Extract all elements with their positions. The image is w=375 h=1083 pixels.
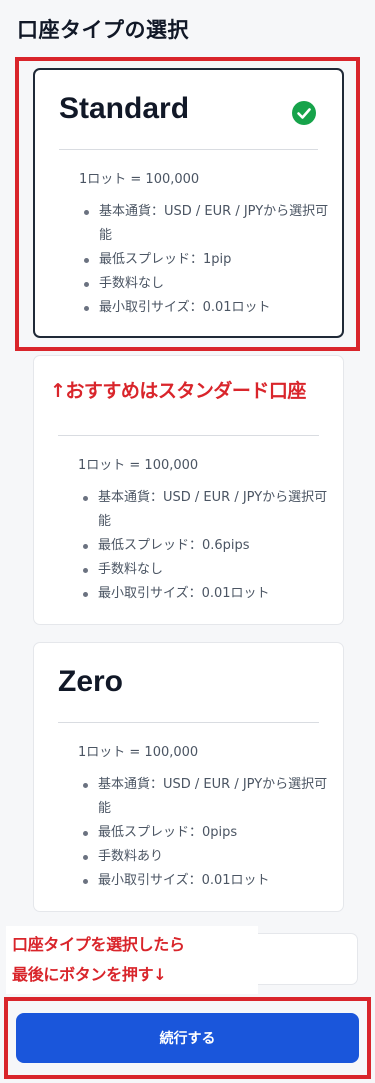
continue-button[interactable]: 続行する (16, 1013, 359, 1063)
lot-size: 1ロット = 100,000 (78, 458, 199, 473)
feature-item: 最低スプレッド：0.6pips (78, 534, 328, 558)
feature-item: 基本通貨：USD / EUR / JPYから選択可能 (78, 773, 328, 821)
feature-item: 基本通貨：USD / EUR / JPYから選択可能 (78, 486, 328, 534)
annotation-recommend: ↑おすすめはスタンダード口座 (44, 372, 342, 407)
feature-item: 最小取引サイズ：0.01ロット (78, 869, 328, 893)
card-divider (58, 722, 319, 723)
feature-item: 手数料なし (78, 558, 328, 582)
feature-item: 手数料なし (79, 272, 329, 296)
account-card-standard[interactable]: Standard 1ロット = 100,000 基本通貨：USD / EUR /… (33, 68, 344, 338)
feature-list: 基本通貨：USD / EUR / JPYから選択可能 最低スプレッド：1pip … (79, 200, 329, 320)
feature-list: 基本通貨：USD / EUR / JPYから選択可能 最低スプレッド：0pips… (78, 773, 328, 893)
card-divider (59, 149, 318, 150)
feature-item: 最低スプレッド：1pip (79, 248, 329, 272)
lot-size: 1ロット = 100,000 (79, 172, 200, 187)
annotation-select-instruction: 口座タイプを選択したら 最後にボタンを押す↓ (6, 926, 258, 994)
account-name: Standard (59, 92, 190, 125)
feature-item: 最小取引サイズ：0.01ロット (78, 582, 328, 606)
account-name: Zero (58, 665, 124, 698)
check-circle-icon (292, 101, 316, 125)
card-divider (58, 435, 319, 436)
account-card-zero[interactable]: Zero 1ロット = 100,000 基本通貨：USD / EUR / JPY… (33, 642, 344, 912)
feature-item: 最小取引サイズ：0.01ロット (79, 296, 329, 320)
annotation-line: 最後にボタンを押す↓ (12, 965, 167, 984)
lot-size: 1ロット = 100,000 (78, 745, 199, 760)
feature-item: 手数料あり (78, 845, 328, 869)
page-title: 口座タイプの選択 (17, 18, 189, 42)
partial-card (256, 933, 358, 985)
annotation-line: 口座タイプを選択したら (12, 935, 185, 954)
feature-item: 最低スプレッド：0pips (78, 821, 328, 845)
feature-list: 基本通貨：USD / EUR / JPYから選択可能 最低スプレッド：0.6pi… (78, 486, 328, 606)
feature-item: 基本通貨：USD / EUR / JPYから選択可能 (79, 200, 329, 248)
